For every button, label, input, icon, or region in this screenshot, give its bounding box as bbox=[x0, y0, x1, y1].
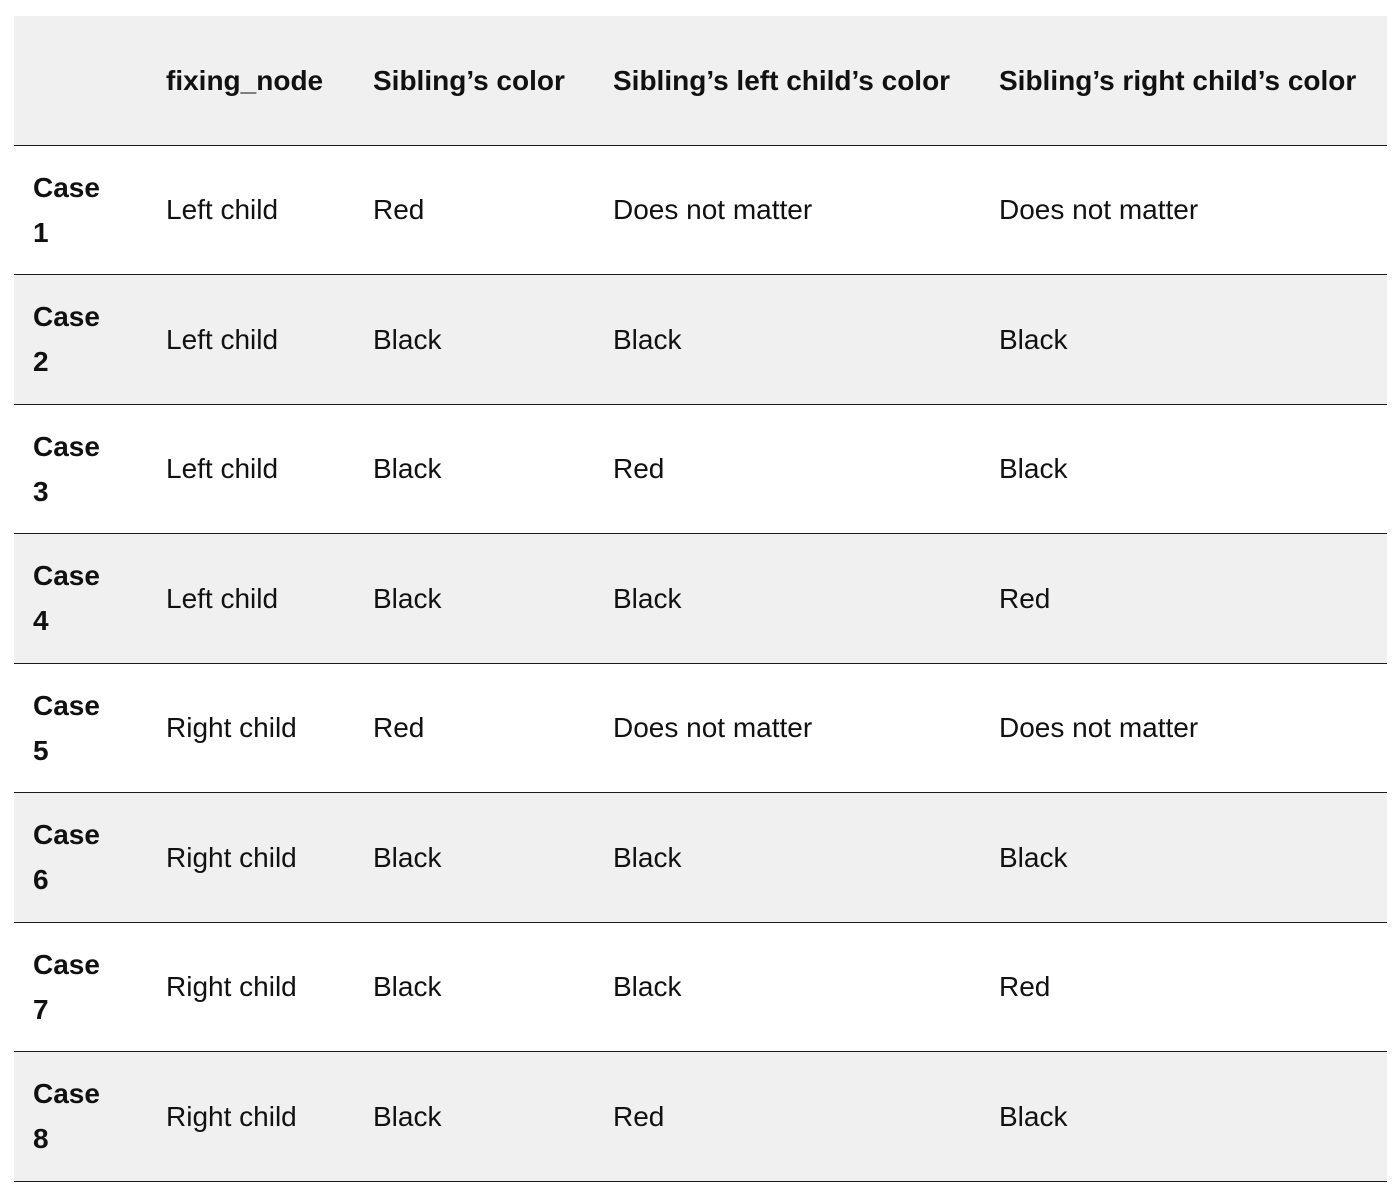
left-child-color-cell: Black bbox=[613, 971, 682, 1003]
fixing-node-cell: Left child bbox=[166, 323, 279, 355]
fixing-node-cell: Right child bbox=[166, 971, 297, 1003]
case-label: Case 7 bbox=[33, 948, 100, 1025]
case-label: Case 6 bbox=[33, 819, 100, 896]
table-row: Case 3 Left child Black Red Black bbox=[14, 404, 1387, 534]
sibling-color-cell: Black bbox=[373, 323, 442, 355]
case-label: Case 3 bbox=[33, 430, 100, 507]
left-child-color-cell: Red bbox=[613, 453, 665, 485]
sibling-color-cell: Black bbox=[373, 453, 442, 485]
case-label: Case 1 bbox=[33, 171, 100, 248]
table-header-row: fixing_node Sibling’s color Sibling’s le… bbox=[14, 16, 1387, 145]
right-child-color-cell: Does not matter bbox=[999, 712, 1199, 744]
header-sibling-color: Sibling’s color bbox=[373, 64, 565, 96]
fixing-node-cell: Right child bbox=[166, 1100, 297, 1132]
left-child-color-cell: Black bbox=[613, 323, 682, 355]
case-label: Case 5 bbox=[33, 689, 100, 766]
header-fixing-node: fixing_node bbox=[166, 64, 324, 96]
sibling-color-cell: Black bbox=[373, 971, 442, 1003]
right-child-color-cell: Red bbox=[999, 971, 1051, 1003]
case-label: Case 4 bbox=[33, 560, 100, 637]
table-row: Case 8 Right child Black Red Black bbox=[14, 1051, 1387, 1181]
left-child-color-cell: Red bbox=[613, 1100, 665, 1132]
fixing-node-cell: Left child bbox=[166, 194, 279, 226]
fixing-node-cell: Right child bbox=[166, 841, 297, 873]
table-row: Case 1 Left child Red Does not matter Do… bbox=[14, 145, 1387, 275]
table-row: Case 2 Left child Black Black Black bbox=[14, 274, 1387, 404]
left-child-color-cell: Does not matter bbox=[613, 194, 813, 226]
right-child-color-cell: Black bbox=[999, 1100, 1068, 1132]
table-row: Case 7 Right child Black Black Red bbox=[14, 922, 1387, 1052]
case-label: Case 8 bbox=[33, 1078, 100, 1155]
table-row: Case 4 Left child Black Black Red bbox=[14, 533, 1387, 663]
right-child-color-cell: Black bbox=[999, 323, 1068, 355]
cases-table: fixing_node Sibling’s color Sibling’s le… bbox=[14, 16, 1387, 1182]
header-sibling-left-child-color: Sibling’s left child’s color bbox=[613, 64, 951, 96]
fixing-node-cell: Left child bbox=[166, 582, 279, 614]
sibling-color-cell: Black bbox=[373, 582, 442, 614]
left-child-color-cell: Does not matter bbox=[613, 712, 813, 744]
table-row: Case 6 Right child Black Black Black bbox=[14, 792, 1387, 922]
sibling-color-cell: Black bbox=[373, 1100, 442, 1132]
sibling-color-cell: Black bbox=[373, 841, 442, 873]
sibling-color-cell: Red bbox=[373, 712, 425, 744]
sibling-color-cell: Red bbox=[373, 194, 425, 226]
left-child-color-cell: Black bbox=[613, 841, 682, 873]
right-child-color-cell: Red bbox=[999, 582, 1051, 614]
left-child-color-cell: Black bbox=[613, 582, 682, 614]
fixing-node-cell: Right child bbox=[166, 712, 297, 744]
table-row: Case 5 Right child Red Does not matter D… bbox=[14, 663, 1387, 793]
header-empty bbox=[14, 16, 147, 145]
right-child-color-cell: Black bbox=[999, 841, 1068, 873]
cases-table-container: fixing_node Sibling’s color Sibling’s le… bbox=[14, 16, 1387, 1182]
right-child-color-cell: Does not matter bbox=[999, 194, 1199, 226]
case-label: Case 2 bbox=[33, 301, 100, 378]
header-sibling-right-child-color: Sibling’s right child’s color bbox=[999, 64, 1357, 96]
right-child-color-cell: Black bbox=[999, 453, 1068, 485]
fixing-node-cell: Left child bbox=[166, 453, 279, 485]
